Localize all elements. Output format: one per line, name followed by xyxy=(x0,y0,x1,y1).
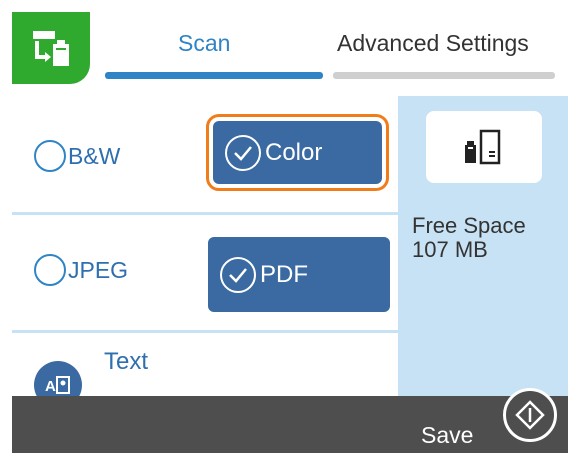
bw-radio[interactable]: B&W xyxy=(34,140,120,172)
jpeg-radio-circle xyxy=(34,254,66,286)
ocr-label: Text xyxy=(104,348,149,375)
divider xyxy=(12,330,398,333)
tab-scan-indicator xyxy=(105,72,323,79)
pdf-label: PDF xyxy=(260,260,308,288)
check-icon xyxy=(220,256,256,293)
check-icon xyxy=(225,134,261,171)
header: Scan Advanced Settings xyxy=(0,0,568,95)
start-diamond-icon xyxy=(515,400,545,430)
memory-device-button[interactable] xyxy=(426,111,542,183)
jpeg-label: JPEG xyxy=(68,256,129,283)
bottom-bar xyxy=(12,396,568,453)
jpeg-radio[interactable]: JPEG xyxy=(34,254,128,286)
tab-advanced-settings[interactable]: Advanced Settings xyxy=(337,30,551,57)
bw-label: B&W xyxy=(68,142,121,169)
divider xyxy=(12,212,398,215)
color-button[interactable]: Color xyxy=(206,114,389,191)
free-space-info: Free Space 107 MB xyxy=(412,214,526,262)
scan-to-memory-glyph xyxy=(33,31,69,66)
start-button[interactable] xyxy=(503,388,557,442)
scan-to-memory-icon[interactable] xyxy=(12,12,90,84)
free-space-value: 107 MB xyxy=(412,237,488,262)
bw-radio-circle xyxy=(34,140,66,172)
free-space-label: Free Space xyxy=(412,213,526,238)
svg-text:A: A xyxy=(45,378,56,395)
color-label: Color xyxy=(265,138,323,166)
tab-scan[interactable]: Scan xyxy=(178,30,230,57)
memory-device-icon xyxy=(465,129,501,165)
tab-advanced-settings-indicator xyxy=(333,72,555,79)
pdf-button[interactable]: PDF xyxy=(208,237,390,312)
save-label: Save xyxy=(421,422,474,448)
